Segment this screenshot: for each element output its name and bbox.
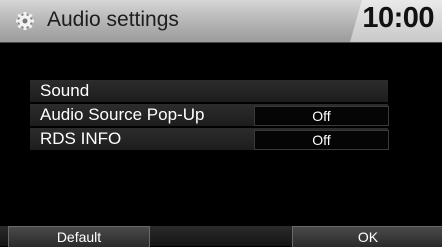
page-title: Audio settings bbox=[47, 8, 179, 31]
menu-item-rds-info[interactable]: RDS INFO Off bbox=[30, 128, 389, 150]
clock: 10:00 bbox=[362, 2, 434, 34]
menu-item-value: Off bbox=[254, 130, 389, 150]
title-bar: Audio settings 10:00 bbox=[0, 0, 442, 43]
ok-button[interactable]: OK bbox=[292, 226, 442, 247]
menu-item-value: Off bbox=[254, 106, 389, 126]
menu-item-sound[interactable]: Sound bbox=[30, 80, 388, 102]
menu-item-audio-source-popup[interactable]: Audio Source Pop-Up Off bbox=[30, 104, 389, 126]
menu-item-label: Audio Source Pop-Up bbox=[40, 105, 205, 124]
clock-panel: 10:00 bbox=[350, 0, 442, 42]
menu-item-label: RDS INFO bbox=[40, 129, 122, 148]
default-button[interactable]: Default bbox=[8, 226, 150, 247]
menu-item-label: Sound bbox=[40, 81, 90, 100]
gear-icon bbox=[16, 12, 34, 30]
settings-menu: Sound Audio Source Pop-Up Off RDS INFO O… bbox=[30, 80, 389, 152]
